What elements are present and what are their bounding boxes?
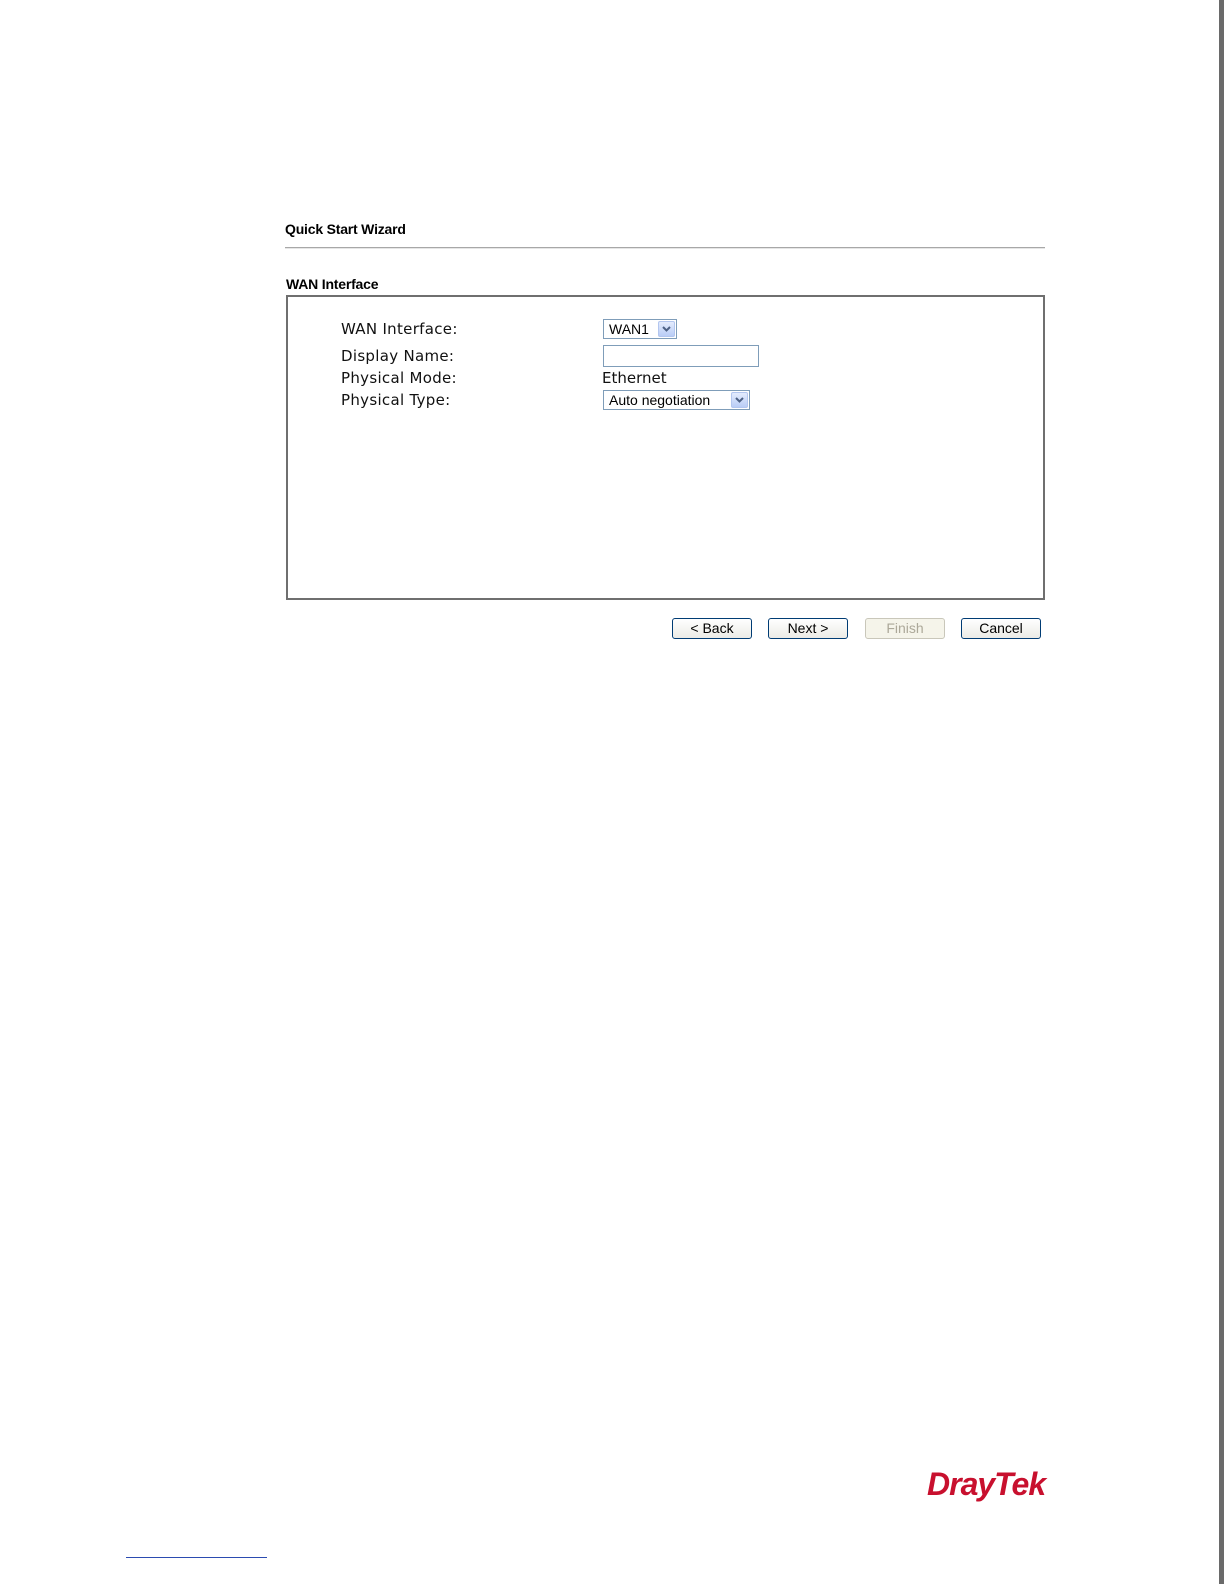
title-divider	[285, 247, 1045, 249]
physical-mode-label: Physical Mode:	[341, 369, 457, 387]
wan-interface-label: WAN Interface:	[341, 320, 458, 338]
section-title: WAN Interface	[286, 276, 379, 292]
display-name-label: Display Name:	[341, 347, 455, 365]
back-button[interactable]: < Back	[672, 618, 752, 639]
wan-interface-select-value: WAN1	[609, 321, 649, 337]
wan-interface-panel	[286, 295, 1045, 600]
svg-text:DrayTek: DrayTek	[927, 1466, 1048, 1502]
wan-interface-select[interactable]: WAN1	[603, 319, 677, 339]
page-edge-bar	[1219, 0, 1224, 1584]
draytek-logo: DrayTek	[927, 1464, 1057, 1508]
physical-type-select[interactable]: Auto negotiation	[603, 390, 750, 410]
physical-type-select-value: Auto negotiation	[609, 392, 711, 408]
next-button[interactable]: Next >	[768, 618, 848, 639]
chevron-down-icon[interactable]	[658, 321, 675, 337]
chevron-down-icon[interactable]	[731, 392, 748, 408]
cancel-button[interactable]: Cancel	[961, 618, 1041, 639]
physical-type-label: Physical Type:	[341, 391, 451, 409]
footer-divider	[126, 1557, 267, 1558]
physical-mode-value: Ethernet	[602, 369, 667, 387]
display-name-input[interactable]	[603, 345, 759, 367]
page-title: Quick Start Wizard	[285, 221, 406, 237]
finish-button[interactable]: Finish	[865, 618, 945, 639]
